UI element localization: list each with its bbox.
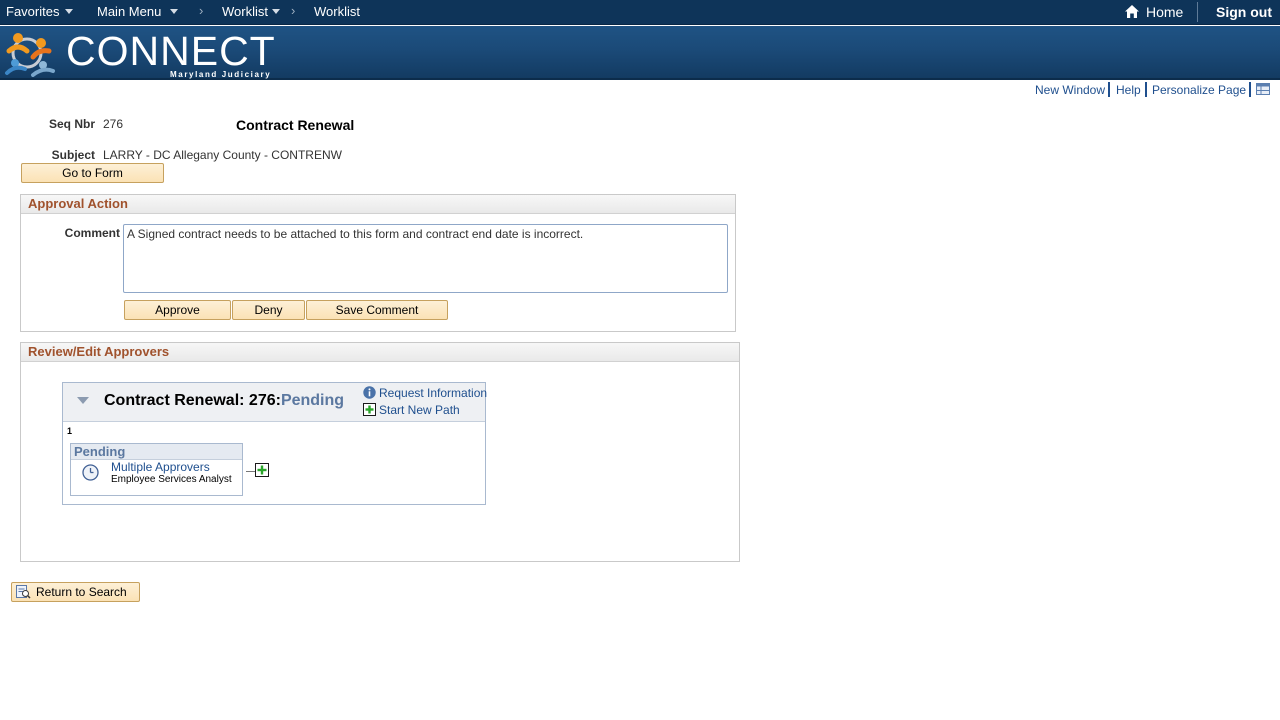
chevron-down-icon	[271, 9, 280, 14]
favorites-menu[interactable]: Favorites	[6, 4, 74, 19]
breadcrumb-label: Worklist	[222, 4, 268, 19]
comment-label: Comment	[64, 226, 120, 240]
breadcrumb-worklist-menu[interactable]: Worklist	[222, 4, 280, 19]
add-approver-icon[interactable]	[255, 463, 269, 477]
divider	[1145, 82, 1147, 97]
seq-nbr-label: Seq Nbr	[48, 117, 95, 131]
step-number: 1	[67, 426, 73, 436]
approver-role: Employee Services Analyst	[111, 474, 232, 485]
approve-button[interactable]: Approve	[124, 300, 231, 320]
map-title-text: Contract Renewal: 276:	[104, 392, 281, 409]
approval-action-heading: Approval Action	[21, 195, 735, 214]
chevron-right-icon: ›	[199, 3, 204, 18]
search-return-icon	[16, 585, 31, 599]
request-information-label: Request Information	[379, 386, 488, 400]
home-icon	[1125, 5, 1139, 18]
personalize-page-link[interactable]: Personalize Page	[1152, 83, 1246, 97]
subject-label: Subject	[51, 148, 95, 162]
info-icon	[363, 386, 376, 399]
approval-step: Pending Multiple Approvers Employee Serv…	[70, 443, 243, 496]
comment-field[interactable]: A Signed contract needs to be attached t…	[123, 224, 728, 293]
approval-map-title: Contract Renewal: 276:Pending	[104, 392, 344, 410]
logo-subtitle: Maryland Judiciary	[170, 70, 272, 79]
seq-nbr-value: 276	[103, 117, 124, 131]
top-nav-bar: Favorites Main Menu › Worklist › Worklis…	[0, 0, 1280, 25]
start-new-path-label: Start New Path	[379, 403, 460, 417]
divider	[1249, 82, 1251, 97]
form-title: Contract Renewal	[236, 117, 355, 133]
main-menu[interactable]: Main Menu	[97, 4, 179, 19]
divider	[1108, 82, 1110, 97]
grid-layout-icon[interactable]	[1256, 83, 1270, 95]
approver-link[interactable]: Multiple Approvers	[111, 460, 210, 474]
add-path-icon	[363, 403, 376, 416]
sign-out-link[interactable]: Sign out	[1216, 4, 1272, 20]
new-window-link[interactable]: New Window	[1035, 83, 1105, 97]
chevron-down-icon	[170, 9, 179, 14]
review-approvers-heading: Review/Edit Approvers	[21, 343, 739, 362]
home-label: Home	[1146, 4, 1184, 20]
subject-value: LARRY - DC Allegany County - CONTRENW	[103, 148, 342, 162]
request-information-link[interactable]: Request Information	[363, 386, 487, 400]
main-menu-label: Main Menu	[97, 4, 162, 19]
connect-logo-text: CONNECT	[66, 28, 276, 74]
step-status: Pending	[71, 444, 242, 460]
help-link[interactable]: Help	[1116, 83, 1141, 97]
clock-icon	[82, 464, 99, 481]
banner: CONNECT Maryland Judiciary	[0, 26, 1280, 80]
breadcrumb-worklist[interactable]: Worklist	[314, 4, 360, 19]
approval-map: Contract Renewal: 276:Pending Request In…	[62, 382, 487, 505]
approval-map-header: Contract Renewal: 276:Pending Request In…	[63, 383, 487, 422]
map-status: Pending	[280, 392, 345, 409]
chevron-right-icon: ›	[291, 3, 296, 18]
favorites-label: Favorites	[6, 4, 60, 19]
deny-button[interactable]: Deny	[232, 300, 305, 320]
start-new-path-link[interactable]: Start New Path	[363, 403, 460, 417]
home-link[interactable]: Home	[1124, 4, 1183, 20]
divider	[1197, 2, 1198, 22]
chevron-down-icon	[65, 9, 74, 14]
connect-logo-icon	[5, 33, 55, 77]
return-to-search-label: Return to Search	[36, 585, 127, 599]
go-to-form-button[interactable]: Go to Form	[21, 163, 164, 183]
return-to-search-button[interactable]: Return to Search	[11, 582, 140, 602]
collapse-triangle-icon[interactable]	[77, 397, 89, 404]
save-comment-button[interactable]: Save Comment	[306, 300, 448, 320]
